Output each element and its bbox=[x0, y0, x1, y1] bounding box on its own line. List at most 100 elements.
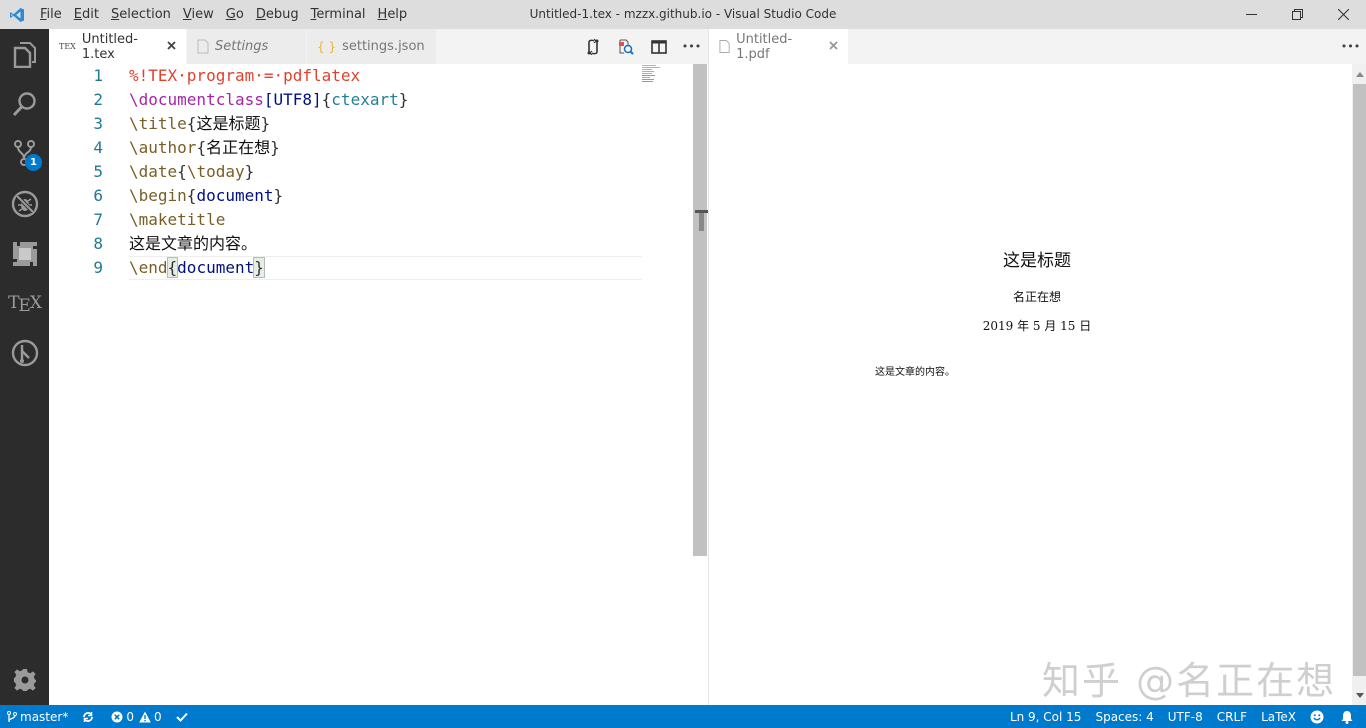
code-token: 名正在想 bbox=[206, 138, 271, 157]
smiley-icon bbox=[1310, 710, 1324, 723]
activity-tex[interactable]: TEX bbox=[0, 279, 49, 327]
code-editor[interactable]: 1 %!TEX·program·=·pdflatex 2 \documentclass… bbox=[49, 64, 693, 705]
pdf-body-text: 这是文章的内容。 bbox=[875, 367, 955, 378]
restore-button[interactable] bbox=[1274, 0, 1320, 29]
extensions-icon bbox=[12, 242, 37, 266]
minimize-icon bbox=[1245, 14, 1257, 15]
close-icon bbox=[1337, 9, 1349, 20]
more-actions-button[interactable]: ••• bbox=[675, 29, 708, 64]
problems-status[interactable]: 0 0 bbox=[104, 705, 168, 728]
code-token: } bbox=[273, 186, 284, 205]
tex-file-icon: TEX bbox=[59, 42, 76, 51]
cursor-position[interactable]: Ln 9, Col 15 bbox=[1003, 705, 1089, 728]
tab-settings[interactable]: Settings bbox=[187, 29, 307, 64]
code-token: } bbox=[398, 90, 409, 109]
menu-debug[interactable]: Debug bbox=[250, 7, 305, 22]
menu-view[interactable]: View bbox=[177, 7, 220, 22]
encoding[interactable]: UTF-8 bbox=[1161, 705, 1210, 728]
tab-untitled-1-tex[interactable]: TEX Untitled-1.tex bbox=[49, 29, 187, 64]
line-number: 7 bbox=[93, 210, 103, 229]
code-token: { bbox=[177, 162, 187, 181]
scroll-up-button[interactable] bbox=[1352, 68, 1366, 80]
code-line[interactable]: 8 这是文章的内容。 bbox=[49, 232, 693, 256]
line-number: 6 bbox=[93, 186, 103, 205]
warning-count: 0 bbox=[153, 709, 162, 724]
feedback-button[interactable] bbox=[1303, 705, 1334, 728]
menu-go[interactable]: Go bbox=[220, 7, 250, 22]
menu-help[interactable]: Help bbox=[372, 7, 414, 22]
scrollbar-thumb[interactable] bbox=[1353, 84, 1366, 676]
code-token: %!TEX·program·=·pdflatex bbox=[129, 66, 361, 85]
error-icon bbox=[111, 711, 123, 722]
vscode-logo-icon[interactable] bbox=[0, 0, 34, 29]
close-icon bbox=[167, 41, 176, 50]
pdf-title: 这是标题 bbox=[1003, 251, 1071, 271]
more-actions-button[interactable]: ••• bbox=[1334, 29, 1366, 64]
code-line[interactable]: 5 \date{\today} bbox=[49, 160, 693, 184]
menu-file[interactable]: File bbox=[34, 7, 68, 22]
code-line[interactable]: 7 \maketitle bbox=[49, 208, 693, 232]
code-line[interactable]: 3 \title{这是标题} bbox=[49, 112, 693, 136]
code-token: { bbox=[166, 257, 179, 278]
pdf-viewer[interactable]: 这是标题 名正在想 2019 年 5 月 15 日 这是文章的内容。 知乎 @名… bbox=[709, 64, 1352, 705]
search-icon bbox=[12, 92, 36, 117]
json-braces-icon: { } bbox=[317, 39, 337, 54]
split-editor-button[interactable] bbox=[642, 29, 675, 64]
close-window-button[interactable] bbox=[1320, 0, 1366, 29]
line-content: 这是文章的内容。 bbox=[129, 232, 257, 256]
code-token: \today bbox=[186, 162, 245, 181]
minimap[interactable] bbox=[642, 64, 672, 84]
pdf-scrollbar[interactable] bbox=[1352, 64, 1366, 705]
line-number: 2 bbox=[93, 90, 103, 109]
pdf-preview-button[interactable] bbox=[609, 29, 642, 64]
latex-build-status[interactable] bbox=[169, 705, 198, 728]
activity-gitlens[interactable] bbox=[0, 329, 49, 377]
gear-icon bbox=[13, 669, 36, 691]
close-tab-button[interactable] bbox=[829, 39, 838, 54]
code-line[interactable]: 9 \end{document} bbox=[49, 256, 693, 280]
git-branch-status[interactable]: master* bbox=[0, 705, 75, 728]
tab-settings-json[interactable]: { } settings.json bbox=[307, 29, 437, 64]
code-line[interactable]: 1 %!TEX·program·=·pdflatex bbox=[49, 64, 693, 88]
tab-label: settings.json bbox=[342, 39, 425, 54]
line-content: \date{\today} bbox=[129, 160, 254, 184]
line-content: \documentclass[UTF8]{ctexart} bbox=[129, 88, 408, 112]
code-line[interactable]: 4 \author{名正在想} bbox=[49, 136, 693, 160]
activity-explorer[interactable] bbox=[0, 31, 49, 79]
menu-edit[interactable]: Edit bbox=[68, 7, 105, 22]
language-mode[interactable]: LaTeX bbox=[1254, 705, 1303, 728]
tab-label: Settings bbox=[215, 39, 269, 54]
tex-icon: TEX bbox=[8, 293, 42, 316]
pdf-author: 名正在想 bbox=[1012, 290, 1061, 304]
pdf-preview-icon bbox=[618, 39, 634, 55]
activity-search[interactable] bbox=[0, 80, 49, 128]
activity-source-control[interactable]: 1 bbox=[0, 129, 49, 177]
tab-untitled-1-pdf[interactable]: Untitled-1.pdf bbox=[709, 29, 849, 64]
activity-extensions[interactable] bbox=[0, 230, 49, 278]
minimize-button[interactable] bbox=[1228, 0, 1274, 29]
menu-terminal[interactable]: Terminal bbox=[305, 7, 372, 22]
code-token: { bbox=[186, 114, 197, 133]
open-changes-button[interactable] bbox=[576, 29, 609, 64]
notifications-button[interactable] bbox=[1334, 705, 1366, 728]
indentation[interactable]: Spaces: 4 bbox=[1088, 705, 1160, 728]
code-token: } bbox=[260, 114, 271, 133]
line-number: 8 bbox=[93, 234, 103, 253]
warning-icon bbox=[139, 711, 151, 722]
menu-selection[interactable]: Selection bbox=[105, 7, 177, 22]
end-of-line[interactable]: CRLF bbox=[1210, 705, 1254, 728]
scroll-down-button[interactable] bbox=[1352, 689, 1366, 701]
code-line[interactable]: 2 \documentclass[UTF8]{ctexart} bbox=[49, 88, 693, 112]
activity-bar: 1 TEX bbox=[0, 29, 49, 705]
code-line[interactable]: 6 \begin{document} bbox=[49, 184, 693, 208]
activity-debug[interactable] bbox=[0, 180, 49, 228]
scrollbar-thumb[interactable] bbox=[699, 213, 704, 231]
settings-button[interactable] bbox=[0, 656, 49, 704]
editor-scrollbar[interactable] bbox=[693, 64, 707, 556]
check-icon bbox=[175, 712, 188, 722]
arrow-down-icon bbox=[1355, 692, 1364, 698]
close-tab-button[interactable] bbox=[167, 39, 176, 54]
sync-button[interactable] bbox=[75, 705, 104, 728]
bell-icon bbox=[1341, 710, 1353, 724]
code-token: { bbox=[186, 186, 197, 205]
